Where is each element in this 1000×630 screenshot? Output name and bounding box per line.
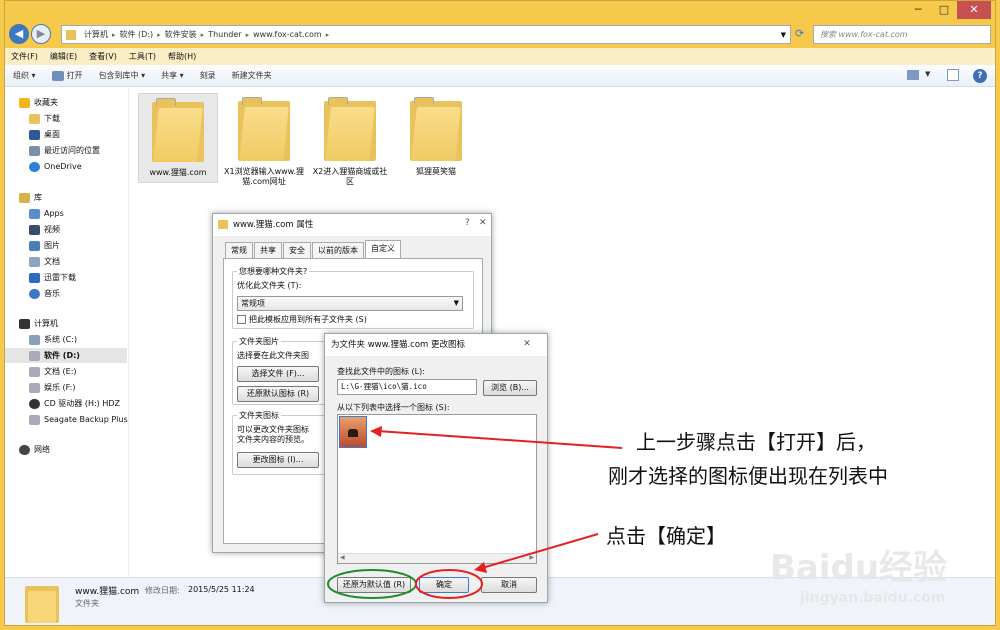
highlight-restore-ellipse <box>327 569 417 599</box>
arrowhead-icon <box>370 426 382 437</box>
arrow-to-icon <box>377 430 623 449</box>
watermark-url: jingyan.baidu.com <box>800 590 946 606</box>
annotation-text-3: 点击【确定】 <box>606 524 726 548</box>
annotation-overlay <box>327 426 623 599</box>
arrow-to-ok <box>481 533 599 569</box>
annotation-text-1: 上一步骤点击【打开】后， <box>636 430 876 454</box>
baidu-watermark: Baidu经验 <box>770 548 948 588</box>
highlight-ok-ellipse <box>415 569 483 599</box>
annotation-text-2: 刚才选择的图标便出现在列表中 <box>608 464 888 488</box>
arrowhead-icon <box>474 562 487 573</box>
